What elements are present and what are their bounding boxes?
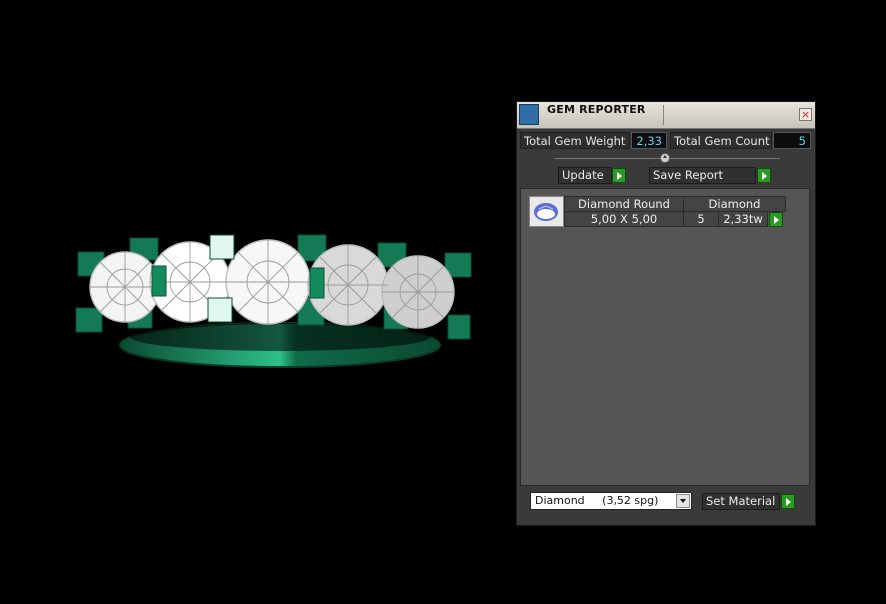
gem-name-cell: Diamond Round bbox=[564, 196, 684, 212]
3d-viewport[interactable] bbox=[0, 0, 500, 604]
panel-title: GEM REPORTER bbox=[547, 103, 646, 116]
total-gem-count-label: Total Gem Count bbox=[670, 132, 772, 149]
material-select-value: Diamond (3,52 spg) bbox=[535, 494, 659, 507]
gem-material-cell: Diamond bbox=[683, 196, 786, 212]
save-report-play-icon[interactable] bbox=[757, 168, 771, 183]
gem-row-play-icon[interactable] bbox=[769, 212, 783, 227]
dropdown-arrow-icon[interactable] bbox=[676, 494, 690, 508]
gem-thumbnail-icon bbox=[529, 196, 564, 227]
title-separator bbox=[663, 105, 664, 125]
gem-reporter-icon bbox=[519, 104, 539, 125]
update-play-icon[interactable] bbox=[612, 168, 626, 183]
gem-list[interactable]: Diamond Round Diamond 5,00 X 5,00 5 2,33… bbox=[520, 188, 810, 486]
total-gem-weight-label: Total Gem Weight bbox=[520, 132, 630, 149]
update-button[interactable]: Update bbox=[558, 167, 612, 184]
slider-knob[interactable] bbox=[660, 153, 670, 163]
save-report-button[interactable]: Save Report bbox=[649, 167, 756, 184]
gem-reporter-panel: GEM REPORTER × Total Gem Weight 2,33 Tot… bbox=[516, 101, 816, 526]
total-gem-count-value: 5 bbox=[773, 132, 811, 149]
set-material-button[interactable]: Set Material bbox=[702, 493, 780, 510]
gem-count-cell: 5 bbox=[683, 211, 719, 227]
ring-model bbox=[75, 234, 472, 368]
gem-weight-cell: 2,33tw bbox=[718, 211, 768, 227]
material-select[interactable]: Diamond (3,52 spg) bbox=[530, 492, 692, 510]
title-bar[interactable]: GEM REPORTER × bbox=[517, 102, 815, 129]
set-material-play-icon[interactable] bbox=[781, 494, 795, 509]
gem-size-cell: 5,00 X 5,00 bbox=[564, 211, 684, 227]
total-gem-weight-value: 2,33 bbox=[631, 132, 667, 149]
close-icon[interactable]: × bbox=[799, 108, 812, 121]
